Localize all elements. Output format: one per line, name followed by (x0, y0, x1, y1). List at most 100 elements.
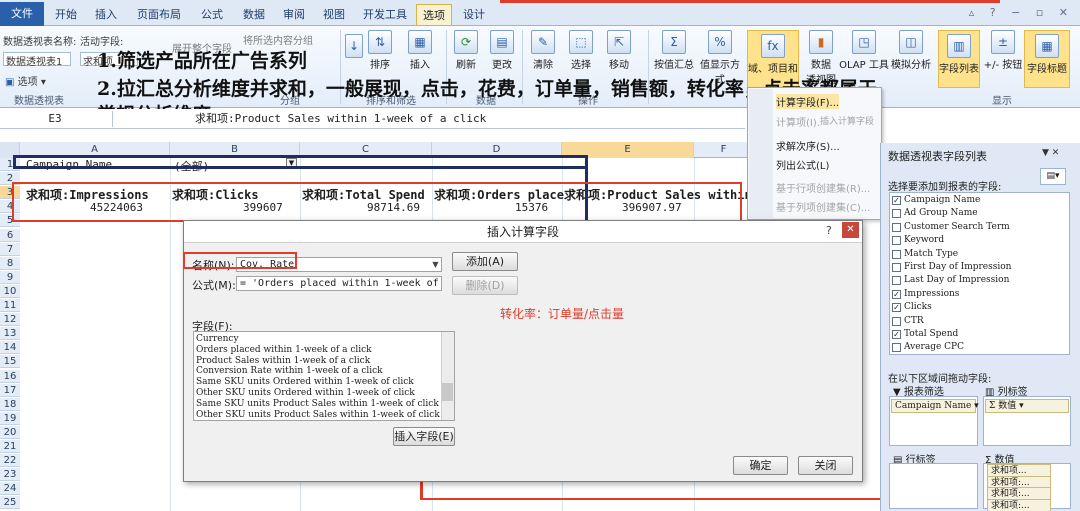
row-header[interactable]: 6 (0, 228, 20, 242)
field-checkbox[interactable] (892, 343, 901, 353)
select-button[interactable]: ⬚ 选择 (566, 30, 596, 71)
tab-file[interactable]: 文件 (0, 2, 44, 26)
tab-home[interactable]: 开始 (50, 4, 82, 25)
field-list-item[interactable]: Conversion Rate within 1-week of a click (196, 366, 383, 376)
menu-item-row-set[interactable]: 基于行项创建集(R)... (776, 180, 870, 195)
col-header-f[interactable]: F (694, 142, 754, 158)
row-header[interactable]: 8 (0, 256, 20, 270)
row-header[interactable]: 18 (0, 397, 20, 411)
field-checklist-item[interactable]: Last Day of Impression (904, 275, 1009, 285)
summarize-button[interactable]: Σ 按值汇总 (652, 30, 696, 71)
window-controls[interactable]: ▵ ? − ▫ ✕ (969, 6, 1074, 19)
field-list-item[interactable]: Currency (196, 334, 239, 344)
row-header[interactable]: 10 (0, 284, 20, 298)
fields-list[interactable]: Currency Orders placed within 1-week of a… (193, 331, 455, 421)
formula-input-field[interactable]: = 'Orders placed within 1-week of a clic… (236, 276, 442, 291)
field-checklist-item[interactable]: CTR (904, 316, 924, 326)
plusminus-button[interactable]: ± +/- 按钮 (982, 30, 1024, 71)
row-header[interactable]: 17 (0, 383, 20, 397)
fields-scrollbar-thumb[interactable] (442, 383, 453, 401)
field-list-button[interactable]: ▥ 字段列表 (938, 30, 980, 88)
tab-page-layout[interactable]: 页面布局 (130, 4, 188, 25)
add-button[interactable]: 添加(A) (452, 252, 518, 271)
field-checklist-item[interactable]: Ad Group Name (904, 208, 978, 218)
field-checklist-item[interactable]: Clicks (904, 302, 932, 312)
filter-chip[interactable]: Campaign Name ▾ (891, 399, 979, 413)
field-checkbox[interactable] (892, 222, 901, 232)
name-box[interactable]: E3 (0, 111, 110, 127)
field-checkbox[interactable]: ✓ (892, 303, 901, 313)
dialog-help-icon[interactable]: ? (826, 224, 832, 237)
row-header[interactable]: 15 (0, 355, 20, 369)
row-labels-area[interactable] (889, 463, 978, 509)
pane-menu-icon[interactable]: ▼ ✕ (1042, 148, 1059, 158)
what-if-button[interactable]: ◫ 模拟分析 (888, 30, 934, 71)
field-checklist-item[interactable]: Match Type (904, 249, 958, 259)
row-header[interactable]: 24 (0, 482, 20, 496)
tab-options[interactable]: 选项 (416, 4, 452, 25)
field-list-item[interactable]: Product Sales within 1-week of a click (196, 356, 370, 366)
delete-button[interactable]: 删除(D) (452, 276, 518, 295)
group-selection-button[interactable]: 将所选内容分组 (243, 32, 313, 47)
row-header[interactable]: 14 (0, 341, 20, 355)
field-checklist-item[interactable]: First Day of Impression (904, 262, 1011, 272)
row-header[interactable]: 20 (0, 425, 20, 439)
tab-review[interactable]: 审阅 (276, 4, 312, 25)
field-checkbox[interactable] (892, 209, 901, 219)
field-headers-button[interactable]: ▦ 字段标题 (1024, 30, 1070, 88)
row-header[interactable]: 12 (0, 313, 20, 327)
field-checklist-item[interactable]: Total Spend (904, 329, 958, 339)
row-header[interactable]: 16 (0, 369, 20, 383)
close-button[interactable]: 关闭 (798, 456, 853, 475)
field-checkbox[interactable]: ✓ (892, 196, 901, 205)
row-header[interactable]: 25 (0, 496, 20, 510)
menu-item-col-set[interactable]: 基于列项创建集(C)... (776, 199, 870, 214)
field-checkbox[interactable] (892, 249, 901, 259)
field-list-item[interactable]: Other SKU units Product Sales within 1-w… (196, 410, 440, 420)
insert-field-button[interactable]: 插入字段(E) (393, 427, 455, 446)
fields-scrollbar[interactable] (441, 332, 454, 420)
change-source-button[interactable]: ▤ 更改 (488, 30, 516, 71)
field-checklist-item[interactable]: Impressions (904, 289, 959, 299)
field-checkbox[interactable] (892, 316, 901, 326)
layout-options-icon[interactable]: ▤▾ (1040, 168, 1066, 185)
field-list-item[interactable]: Same SKU units Product Sales within 1-we… (196, 399, 439, 409)
tab-view[interactable]: 视图 (316, 4, 352, 25)
row-header[interactable]: 23 (0, 468, 20, 482)
row-header[interactable]: 11 (0, 299, 20, 312)
row-header[interactable]: 13 (0, 327, 20, 341)
pivot-name-input[interactable]: 数据透视表1 (3, 52, 71, 68)
field-checkbox[interactable] (892, 263, 901, 272)
row-header[interactable]: 9 (0, 270, 20, 284)
insert-slicer-button[interactable]: ▦ 插入 (402, 30, 438, 71)
field-checkbox[interactable] (892, 236, 901, 246)
menu-item-list-formulas[interactable]: 列出公式(L) (776, 157, 829, 172)
sort-button[interactable]: ⇅ 排序 (366, 30, 394, 71)
move-button[interactable]: ⇱ 移动 (602, 30, 636, 71)
field-list-item[interactable]: Orders placed within 1-week of a click (196, 345, 372, 355)
field-checklist-item[interactable]: Campaign Name (904, 195, 980, 205)
field-checklist-item[interactable]: Customer Search Term (904, 222, 1010, 232)
formula-input[interactable]: 求和项:Product Sales within 1-week of a cli… (195, 111, 486, 127)
row-header[interactable]: 22 (0, 454, 20, 468)
tab-formulas[interactable]: 公式 (194, 4, 230, 25)
tab-design[interactable]: 设计 (456, 4, 492, 25)
column-chip[interactable]: Σ 数值 ▾ (985, 399, 1069, 413)
sort-az-icon[interactable]: ↓ (344, 34, 364, 60)
field-checkbox[interactable]: ✓ (892, 289, 901, 299)
refresh-button[interactable]: ⟳ 刷新 (452, 30, 480, 71)
tab-insert[interactable]: 插入 (88, 4, 124, 25)
menu-item-calc-item[interactable]: 计算项(I)... (776, 114, 826, 129)
field-list-item[interactable]: Other SKU units Ordered within 1-week of… (196, 388, 415, 398)
field-checkbox[interactable] (892, 276, 901, 286)
clear-button[interactable]: ✎ 清除 (528, 30, 558, 71)
tab-developer[interactable]: 开发工具 (356, 4, 414, 25)
row-header[interactable]: 21 (0, 440, 20, 453)
name-dropdown-icon[interactable]: ▼ (430, 258, 441, 271)
dialog-close-icon[interactable]: ✕ (842, 222, 859, 238)
field-checklist-item[interactable]: Keyword (904, 235, 944, 245)
menu-item-calc-field[interactable]: 计算字段(F)... (776, 94, 840, 109)
field-checkbox[interactable]: ✓ (892, 330, 901, 339)
field-checklist-item[interactable]: Average CPC (904, 342, 964, 352)
olap-tools-button[interactable]: ◳ OLAP 工具 (838, 30, 890, 71)
